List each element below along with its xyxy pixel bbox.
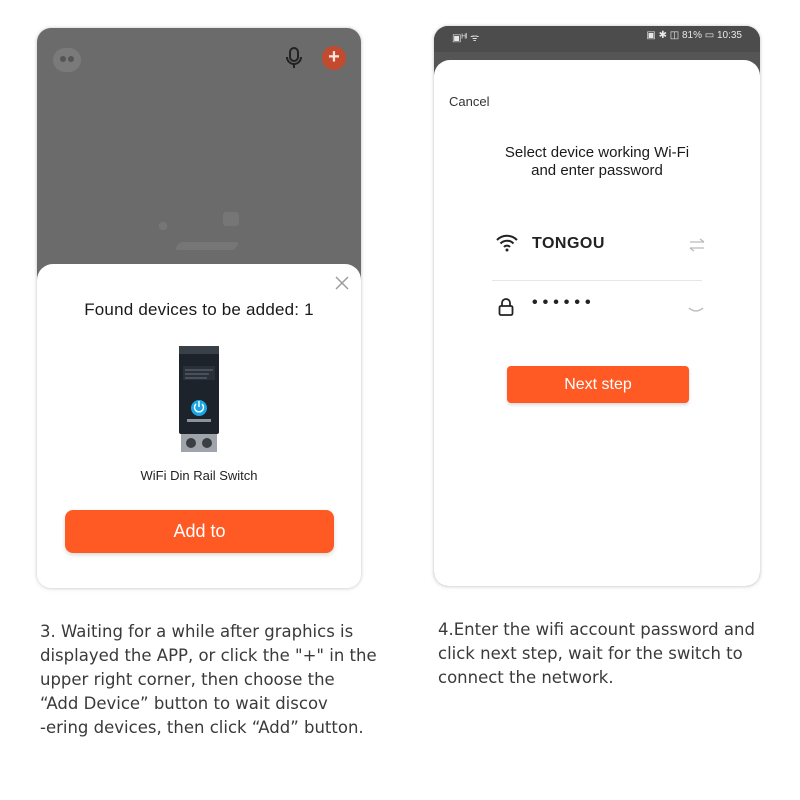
- step3-caption: 3. Waiting for a while after graphics is…: [40, 622, 377, 737]
- app-logo-icon[interactable]: [53, 48, 81, 72]
- background-placeholder-shape: [174, 242, 240, 250]
- status-bar: ▣ᴴˡ ᯤ ▣ ✱ ◫ 81% ▭ 10:35: [434, 26, 760, 52]
- background-placeholder-shape: [223, 212, 239, 226]
- lock-icon: [498, 298, 514, 316]
- status-bar-signal: ▣ᴴˡ ᯤ: [452, 33, 480, 44]
- wifi-select-title: Select device working Wi-Fi and enter pa…: [434, 144, 760, 180]
- app-logo-eye-left: [60, 56, 66, 62]
- eye-closed-icon[interactable]: [688, 306, 704, 314]
- device-name-label: WiFi Din Rail Switch: [140, 468, 258, 483]
- wifi-ssid-value: TONGOU: [532, 235, 605, 252]
- field-divider: [492, 280, 702, 281]
- phone-screen-step4: ▣ᴴˡ ᯤ ▣ ✱ ◫ 81% ▭ 10:35 Cancel Select de…: [434, 26, 760, 586]
- microphone-icon[interactable]: [284, 46, 304, 70]
- password-input[interactable]: ••••••: [532, 294, 596, 312]
- status-bar-battery-time: ▣ ✱ ◫ 81% ▭ 10:35: [646, 30, 742, 41]
- step4-caption: 4.Enter the wifi account password and cl…: [438, 620, 755, 687]
- wifi-select-title-line2: and enter password: [531, 162, 663, 179]
- wifi-network-row[interactable]: TONGOU: [492, 228, 705, 278]
- cancel-button[interactable]: Cancel: [449, 94, 489, 109]
- password-row[interactable]: ••••••: [492, 292, 704, 332]
- dimmed-home-background: +: [37, 28, 361, 288]
- found-devices-title: Found devices to be added: 1: [84, 300, 314, 319]
- close-icon[interactable]: [333, 274, 351, 292]
- wifi-icon: [496, 234, 518, 252]
- background-placeholder-shape: [159, 222, 167, 230]
- plus-icon[interactable]: +: [322, 46, 346, 70]
- wifi-select-title-line1: Select device working Wi-Fi: [504, 144, 690, 161]
- add-to-button[interactable]: Add to: [65, 510, 334, 553]
- app-logo-eye-right: [68, 56, 74, 62]
- next-step-button[interactable]: Next step: [507, 366, 689, 403]
- device-image: [179, 346, 219, 452]
- phone-screen-step3: + Found devices to be added: 1 WiFi Din …: [37, 28, 361, 588]
- swap-icon[interactable]: [688, 238, 706, 252]
